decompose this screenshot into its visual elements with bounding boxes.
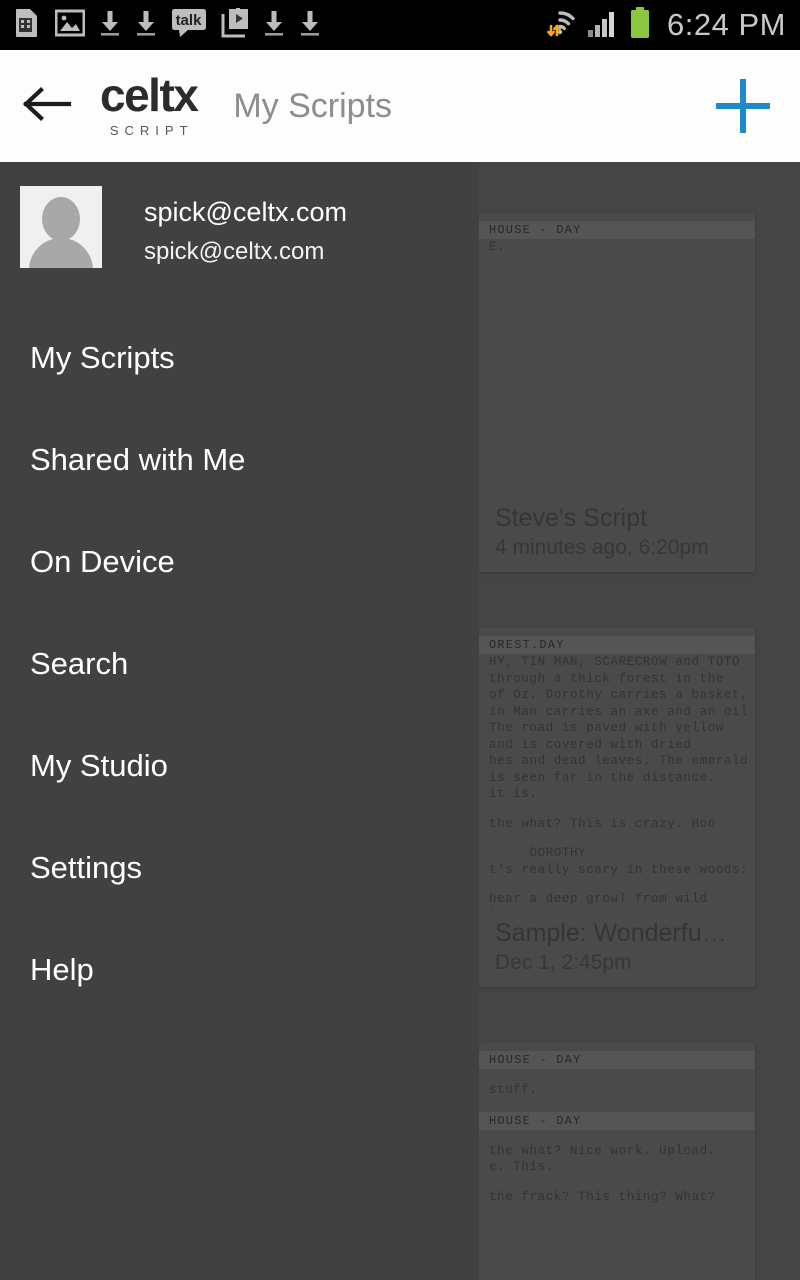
person-placeholder-avatar-head bbox=[42, 197, 80, 241]
avatar bbox=[20, 186, 102, 268]
scene-heading: HOUSE - DAY bbox=[479, 1111, 755, 1130]
sidebar-item-settings[interactable]: Settings bbox=[0, 817, 479, 919]
sidebar-item-label: Shared with Me bbox=[30, 441, 246, 477]
script-card-meta: Steve's Script 4 minutes ago, 6:20pm bbox=[479, 495, 755, 572]
script-line-gap bbox=[479, 878, 755, 891]
script-line: is seen far in the distance. bbox=[489, 770, 716, 785]
script-line: hear a deep growl from wild bbox=[489, 892, 708, 906]
status-bar-right-icons: 6:24 PM bbox=[543, 6, 786, 45]
script-title: Steve's Script bbox=[495, 504, 648, 532]
status-bar-left-icons: talk bbox=[14, 6, 321, 43]
script-line: t's really scary in these woods: bbox=[489, 862, 749, 877]
script-line: HY, TIN MAN, SCARECROW and TOTO bbox=[489, 655, 741, 669]
scene-heading: HOUSE - DAY bbox=[479, 221, 755, 239]
sidebar-item-label: Search bbox=[30, 645, 129, 681]
sidebar-item-search[interactable]: Search bbox=[0, 613, 479, 715]
sidebar-item-label: Help bbox=[30, 951, 94, 987]
download-icon bbox=[135, 9, 157, 42]
status-bar: talk 6:24 PM bbox=[0, 0, 800, 50]
celtx-logo: celtx SCRIPT bbox=[100, 69, 199, 138]
script-line: ls in the trees! bbox=[479, 908, 755, 911]
script-line: the what? This is crazy. Hoo bbox=[489, 816, 716, 831]
sidebar-item-help[interactable]: Help bbox=[0, 919, 479, 1021]
script-card[interactable]: OREST.DAY HY, TIN MAN, SCARECROW and TOTO… bbox=[479, 628, 755, 987]
script-line-gap bbox=[479, 1069, 755, 1082]
script-date: 4 minutes ago, 6:20pm bbox=[495, 536, 709, 560]
script-line: the what? Nice work. Upload. bbox=[489, 1143, 716, 1158]
celtx-logo-wordmark: celtx bbox=[100, 69, 199, 122]
script-card[interactable]: HOUSE - DAY stuff. HOUSE - DAY the what? Ni… bbox=[479, 1043, 755, 1280]
script-line: in Man carries an axe and an oil bbox=[489, 704, 749, 719]
script-date: Dec 1, 2:45pm bbox=[495, 951, 632, 975]
download-icon bbox=[263, 9, 285, 42]
sidebar-item-label: My Studio bbox=[30, 747, 168, 783]
sidebar-item-label: Settings bbox=[30, 849, 143, 885]
character-cue: DOROTHY bbox=[489, 846, 587, 860]
sidebar-item-shared-with-me[interactable]: Shared with Me bbox=[0, 409, 479, 511]
scene-heading: HOUSE - DAY bbox=[479, 1051, 755, 1069]
download-icon bbox=[299, 9, 321, 42]
script-line-gap bbox=[479, 1176, 755, 1189]
add-script-button[interactable] bbox=[712, 75, 774, 137]
script-line-gap bbox=[479, 803, 755, 816]
sidebar-item-label: On Device bbox=[30, 543, 175, 579]
script-line: through a thick forest in the bbox=[489, 671, 724, 686]
script-line: stuff. bbox=[489, 1083, 538, 1097]
sidebar-item-my-studio[interactable]: My Studio bbox=[0, 715, 479, 817]
sidebar-item-my-scripts[interactable]: My Scripts bbox=[0, 307, 479, 409]
script-preview: OREST.DAY HY, TIN MAN, SCARECROW and TOTO… bbox=[479, 628, 755, 910]
account-text: spick@celtx.com spick@celtx.com bbox=[144, 186, 347, 271]
navigation-drawer: spick@celtx.com spick@celtx.com My Scrip… bbox=[0, 162, 479, 1280]
drawer-menu: My Scripts Shared with Me On Device Sear… bbox=[0, 307, 479, 1021]
play-store-icon bbox=[221, 6, 249, 43]
scene-heading: OREST.DAY bbox=[479, 636, 755, 654]
script-line: of Oz. Dorothy carries a basket, bbox=[489, 688, 749, 702]
svg-text:talk: talk bbox=[176, 12, 203, 29]
account-email: spick@celtx.com bbox=[144, 237, 325, 265]
script-line-gap bbox=[479, 1130, 755, 1143]
script-line: e. This. bbox=[489, 1160, 554, 1174]
person-placeholder-avatar-body bbox=[29, 238, 93, 268]
sidebar-item-on-device[interactable]: On Device bbox=[0, 511, 479, 613]
script-card-meta: Sample: Wonderfu… Dec 1, 2:45pm bbox=[479, 910, 755, 987]
account-name: spick@celtx.com bbox=[144, 197, 347, 227]
battery-full-icon bbox=[629, 6, 651, 44]
download-icon bbox=[99, 9, 121, 42]
back-arrow-icon bbox=[20, 84, 72, 129]
script-preview: HOUSE - DAY E. bbox=[479, 213, 755, 495]
page-title: My Scripts bbox=[233, 86, 393, 125]
image-icon bbox=[54, 9, 86, 42]
script-line: hes and dead leaves. The emerald bbox=[489, 754, 749, 768]
talk-icon: talk bbox=[171, 8, 207, 43]
wifi-transfer-icon bbox=[543, 6, 577, 45]
script-line: the frack? This thing? What? bbox=[489, 1189, 716, 1204]
script-line: E. bbox=[489, 240, 506, 254]
app-bar: celtx SCRIPT My Scripts bbox=[0, 50, 800, 162]
plus-icon-vertical bbox=[740, 79, 746, 133]
status-bar-clock: 6:24 PM bbox=[667, 7, 786, 42]
script-line: The road is paved with yellow bbox=[489, 721, 724, 735]
script-line-gap bbox=[479, 832, 755, 845]
script-line: it is. bbox=[489, 787, 538, 801]
script-preview: HOUSE - DAY stuff. HOUSE - DAY the what? Ni… bbox=[479, 1043, 755, 1280]
sidebar-item-label: My Scripts bbox=[30, 339, 175, 375]
back-button[interactable] bbox=[0, 84, 92, 129]
script-line: and is covered with dried bbox=[489, 737, 692, 752]
script-line-gap bbox=[479, 1099, 755, 1112]
celtx-logo-subtitle: SCRIPT bbox=[109, 122, 194, 138]
sim-card-alert-icon bbox=[14, 8, 41, 43]
script-title: Sample: Wonderfu… bbox=[495, 919, 727, 947]
cellular-signal-icon bbox=[587, 8, 619, 43]
account-header[interactable]: spick@celtx.com spick@celtx.com bbox=[0, 162, 479, 271]
script-card[interactable]: HOUSE - DAY E. Steve's Script 4 minutes a… bbox=[479, 213, 755, 572]
